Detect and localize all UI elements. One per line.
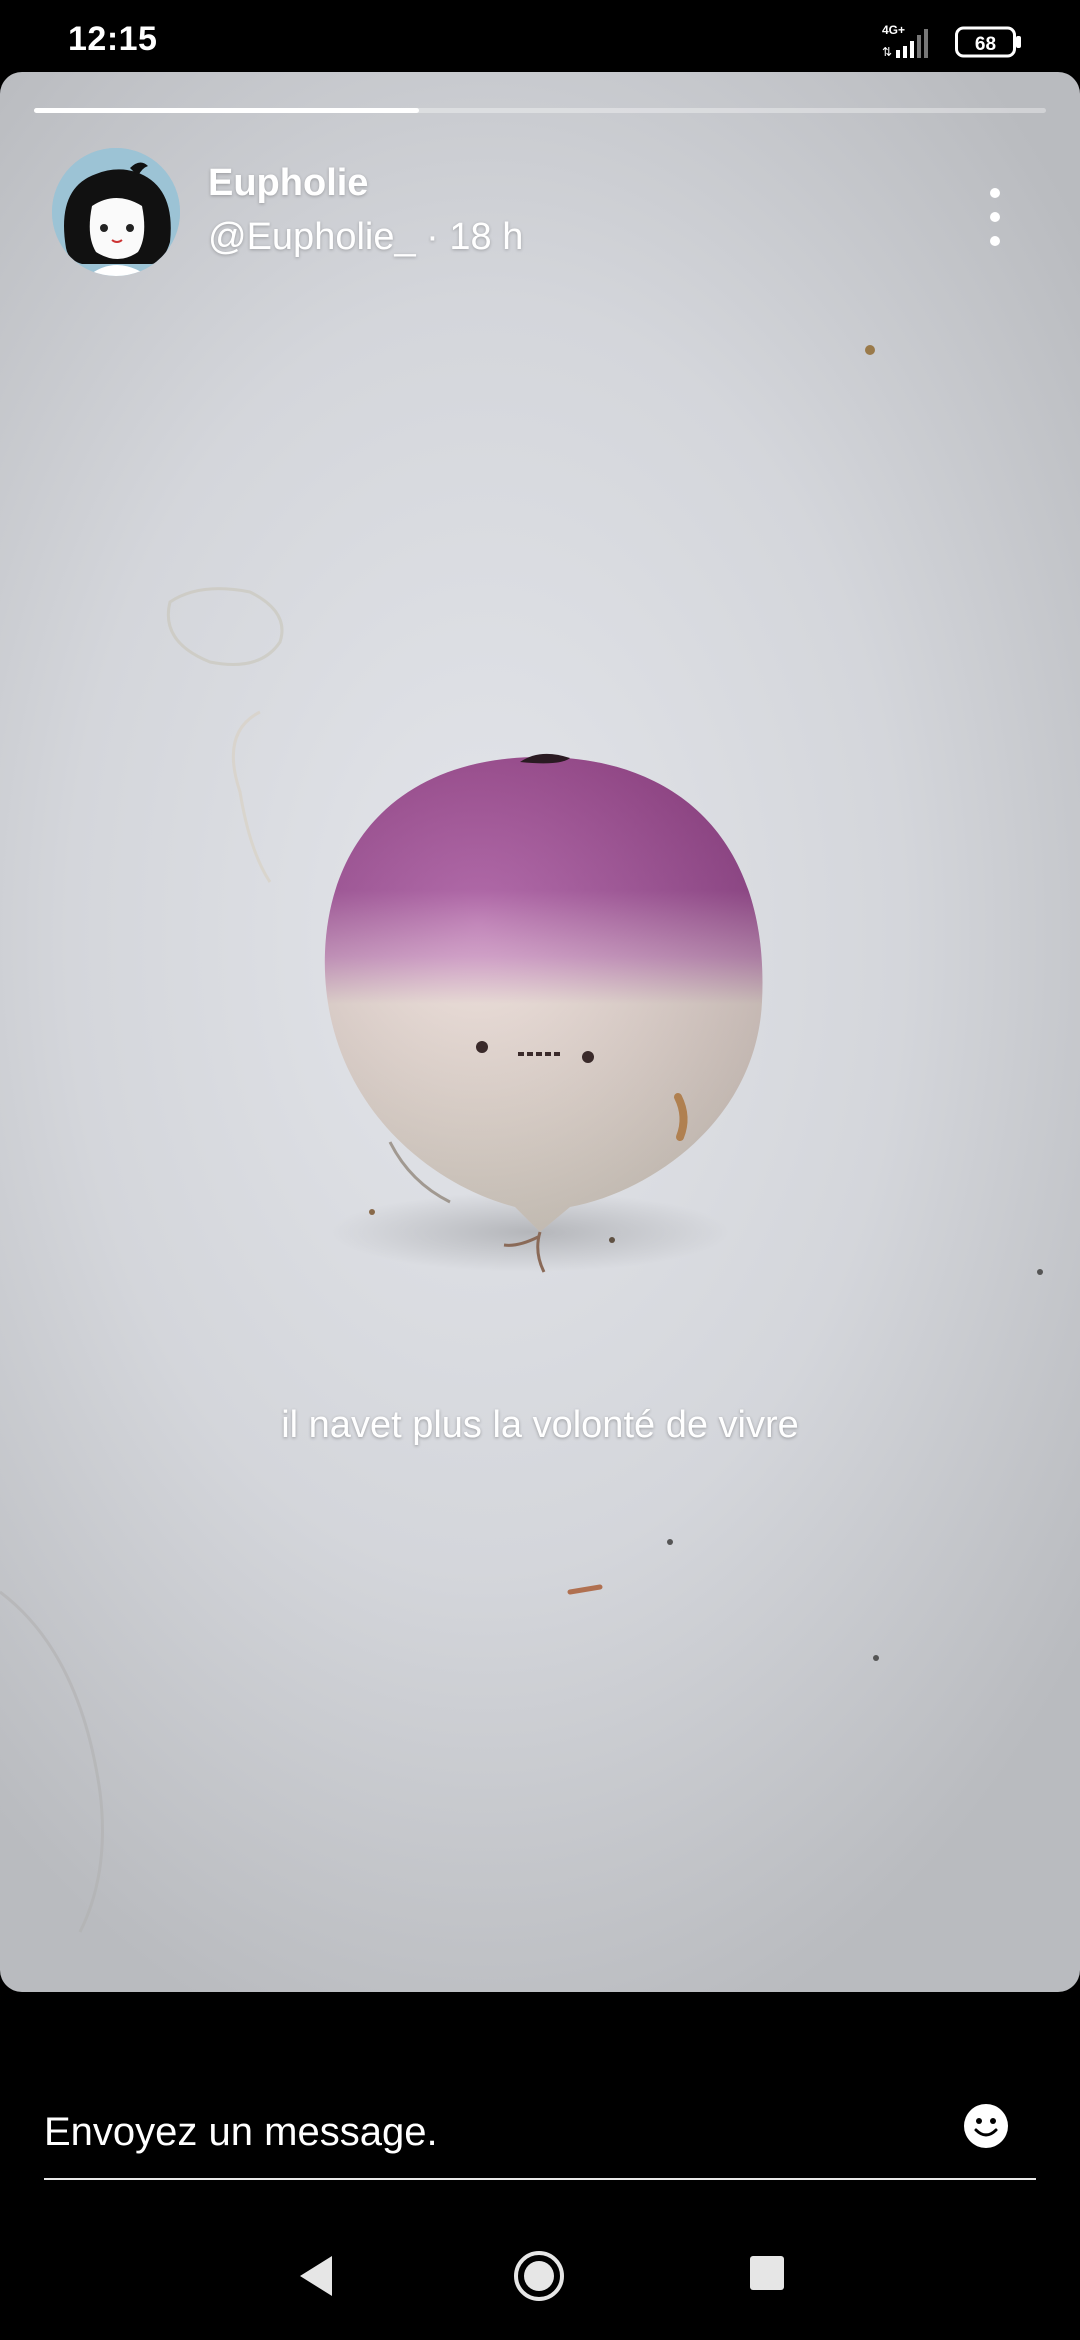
story-caption: il navet plus la volonté de vivre [281,1404,799,1446]
author-meta: @Eupholie_ · 18 h [208,216,523,259]
author-handle[interactable]: @Eupholie_ [208,216,416,258]
avatar-illustration [52,148,180,276]
status-bar: 12:15 4G+ ⇅ 68 [0,0,1080,72]
story-progress-fill [34,108,419,113]
story-progress-bar [34,108,1046,113]
emoji-icon[interactable] [962,2102,1010,2150]
turnip-photo [324,753,763,1273]
recents-icon[interactable] [750,2256,784,2290]
system-nav-bar [0,2220,1080,2340]
more-vertical-icon[interactable] [970,182,1020,252]
network-type-label: 4G+ [882,23,905,37]
author-name[interactable]: Eupholie [208,162,368,205]
home-icon[interactable] [513,2250,565,2302]
signal-icon: 4G+ ⇅ [882,23,928,59]
meta-separator: · [426,216,439,258]
battery-level: 68 [975,34,996,55]
status-time: 12:15 [68,20,158,58]
story-viewer[interactable]: Eupholie @Eupholie_ · 18 h il navet plus… [0,72,1080,1992]
back-icon[interactable] [296,2254,336,2298]
post-age: 18 h [449,216,524,258]
battery-icon: 68 [955,26,1021,58]
avatar[interactable] [52,148,180,276]
reply-bar [44,2090,1036,2180]
svg-text:⇅: ⇅ [882,45,892,59]
reply-input[interactable] [44,2090,944,2174]
